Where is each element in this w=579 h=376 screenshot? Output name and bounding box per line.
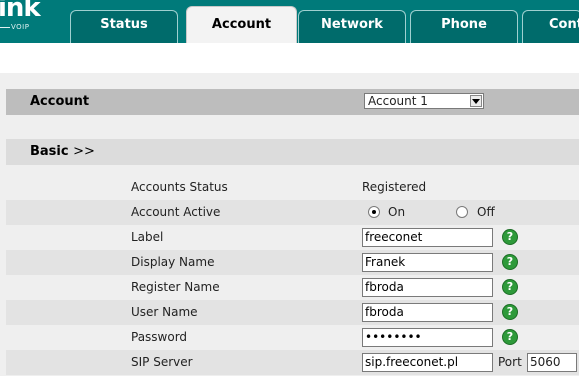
user-name-label: User Name	[131, 305, 198, 319]
row-password: Password •••••••• ?	[6, 325, 579, 350]
basic-label: Basic	[30, 144, 69, 159]
top-header: ink VOIP Status Account Network Phone Co…	[0, 0, 579, 43]
register-name-label: Register Name	[131, 280, 220, 294]
help-icon[interactable]: ?	[502, 229, 518, 245]
basic-section-title[interactable]: Basic >>	[30, 139, 95, 165]
basic-section-bar[interactable]: Basic >>	[6, 139, 579, 165]
row-account-active: Account Active On Off	[6, 200, 579, 225]
account-section-bar: Account	[6, 89, 579, 115]
account-active-off-label: Off	[477, 205, 495, 219]
chevron-down-icon[interactable]	[470, 95, 482, 107]
tab-phone[interactable]: Phone	[410, 10, 518, 43]
tab-status[interactable]: Status	[70, 10, 178, 43]
account-section-title: Account	[30, 94, 90, 109]
display-name-input[interactable]: Franek	[362, 253, 493, 272]
expand-arrows: >>	[73, 144, 95, 159]
label-input[interactable]: freeconet	[362, 228, 493, 247]
brand-logo: ink VOIP	[0, 0, 68, 33]
tab-network[interactable]: Network	[298, 10, 406, 43]
spacer-strip	[0, 43, 579, 73]
account-active-on-radio[interactable]	[368, 206, 380, 218]
display-name-label: Display Name	[131, 255, 215, 269]
tab-contacts[interactable]: Cont	[522, 10, 579, 43]
help-icon[interactable]: ?	[502, 304, 518, 320]
label-field-label: Label	[131, 230, 164, 244]
logo-text: ink	[0, 0, 41, 23]
accounts-status-label: Accounts Status	[131, 180, 228, 194]
logo-line	[0, 27, 10, 28]
account-select-value: Account 1	[368, 94, 428, 108]
sip-server-input[interactable]: sip.freeconet.pl	[362, 353, 493, 372]
port-label: Port	[498, 355, 522, 369]
logo-voip-text: VOIP	[11, 23, 30, 31]
help-icon[interactable]: ?	[502, 329, 518, 345]
account-active-on-label: On	[388, 205, 406, 219]
accounts-status-value: Registered	[362, 180, 427, 194]
sip-server-label: SIP Server	[131, 355, 193, 369]
password-label: Password	[131, 330, 188, 344]
account-active-label: Account Active	[131, 205, 221, 219]
row-accounts-status: Accounts Status Registered	[6, 175, 579, 200]
help-icon[interactable]: ?	[502, 279, 518, 295]
help-icon[interactable]: ?	[502, 254, 518, 270]
row-register-name: Register Name fbroda ?	[6, 275, 579, 300]
account-select[interactable]: Account 1	[364, 93, 484, 109]
register-name-input[interactable]: fbroda	[362, 278, 493, 297]
port-input[interactable]: 5060	[527, 353, 577, 372]
row-user-name: User Name fbroda ?	[6, 300, 579, 325]
row-display-name: Display Name Franek ?	[6, 250, 579, 275]
password-input[interactable]: ••••••••	[362, 328, 493, 347]
tab-account[interactable]: Account	[186, 6, 297, 43]
user-name-input[interactable]: fbroda	[362, 303, 493, 322]
row-sip-server: SIP Server sip.freeconet.pl Port 5060	[6, 350, 579, 375]
row-label: Label freeconet ?	[6, 225, 579, 250]
account-active-off-radio[interactable]	[456, 206, 468, 218]
